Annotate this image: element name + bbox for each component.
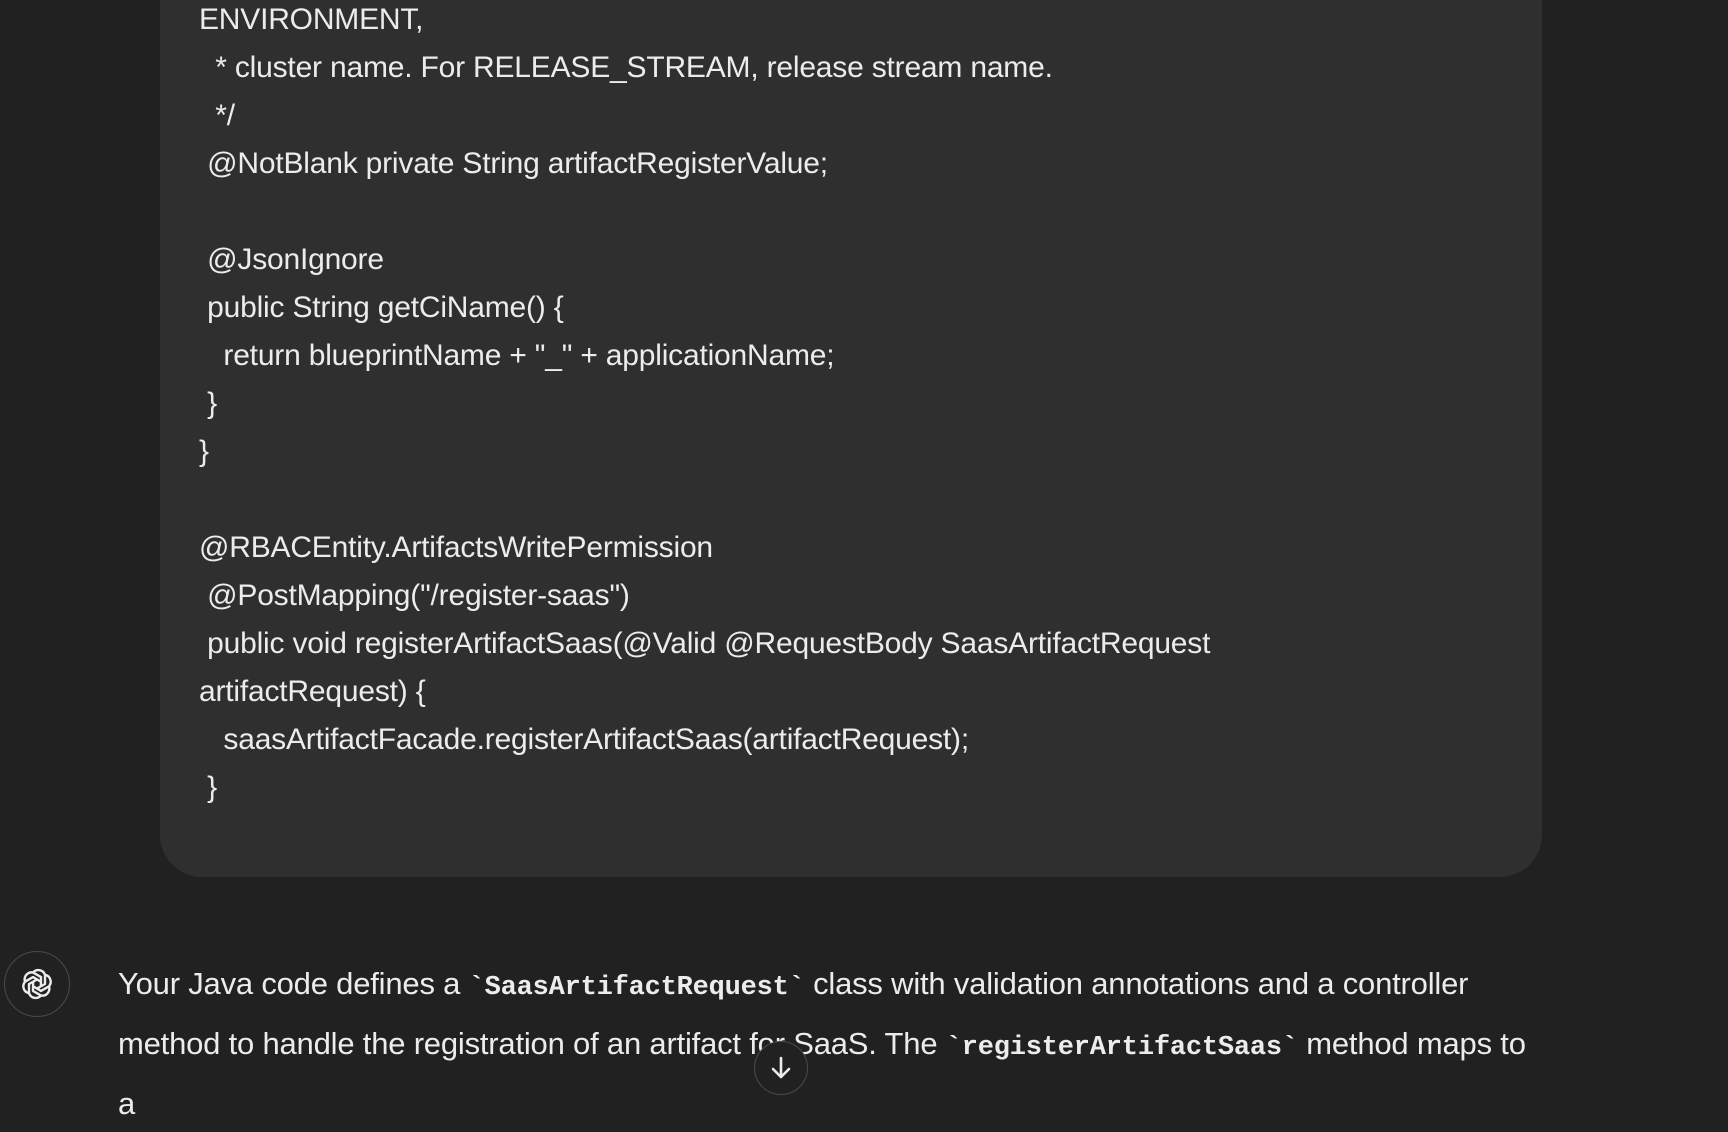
code-line: saasArtifactFacade.registerArtifactSaas(… (199, 723, 969, 756)
code-line: @RBACEntity.ArtifactsWritePermission (199, 531, 713, 564)
arrow-down-icon (771, 1056, 791, 1079)
code-line: */ (199, 99, 235, 132)
code-line: public String getCiName() { (199, 291, 564, 324)
code-line: public void registerArtifactSaas(@Valid … (199, 627, 1211, 660)
code-line: ENVIRONMENT, (199, 3, 424, 36)
code-line: return blueprintName + "_" + application… (199, 339, 835, 372)
code-line: @PostMapping("/register-saas") (199, 579, 630, 612)
code-line: * cluster name. For RELEASE_STREAM, rele… (199, 51, 1053, 84)
code-line: } (199, 387, 217, 420)
inline-code-method: `registerArtifactSaas` (945, 1033, 1298, 1063)
code-line: artifactRequest) { (199, 675, 426, 708)
inline-code-class: `SaasArtifactRequest` (468, 973, 805, 1003)
assistant-message: Your Java code defines a `SaasArtifactRe… (118, 956, 1538, 1132)
user-code-block: ENVIRONMENT, * cluster name. For RELEASE… (199, 0, 1210, 816)
code-line: @JsonIgnore (199, 243, 384, 276)
assistant-text-1: Your Java code defines a (118, 966, 469, 1001)
scroll-to-bottom-button[interactable] (754, 1041, 808, 1095)
code-line: } (199, 435, 209, 468)
assistant-avatar (4, 951, 70, 1017)
openai-logo-icon (22, 968, 52, 1000)
code-line: } (199, 771, 217, 804)
code-line: @NotBlank private String artifactRegiste… (199, 147, 828, 180)
